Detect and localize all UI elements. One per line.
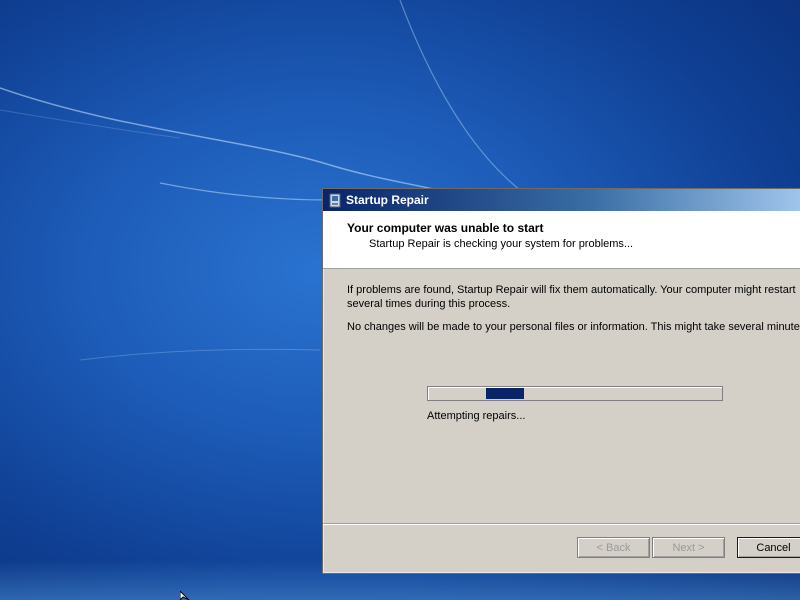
progress-marquee-block	[486, 388, 524, 399]
mouse-pointer-icon	[180, 591, 190, 600]
button-separator	[323, 523, 800, 525]
header-title: Your computer was unable to start	[347, 221, 544, 235]
header-panel: Your computer was unable to start Startu…	[323, 211, 800, 269]
status-text: Attempting repairs...	[427, 410, 526, 422]
info-paragraph-1-line-1: If problems are found, Startup Repair wi…	[347, 284, 796, 296]
cancel-button[interactable]: Cancel	[737, 537, 800, 558]
progress-bar	[427, 386, 723, 401]
header-subtitle: Startup Repair is checking your system f…	[369, 238, 634, 250]
info-paragraph-2: No changes will be made to your personal…	[347, 321, 800, 333]
info-paragraph-1-line-2: several times during this process.	[347, 298, 511, 310]
title-bar[interactable]: Startup Repair	[323, 189, 800, 211]
next-button[interactable]: Next >	[652, 537, 725, 558]
info-paragraph-1: If problems are found, Startup Repair wi…	[347, 283, 796, 311]
startup-repair-dialog: Startup Repair Your computer was unable …	[322, 188, 800, 574]
window-title: Startup Repair	[346, 193, 429, 207]
startup-repair-icon	[329, 193, 341, 208]
back-button[interactable]: < Back	[577, 537, 650, 558]
